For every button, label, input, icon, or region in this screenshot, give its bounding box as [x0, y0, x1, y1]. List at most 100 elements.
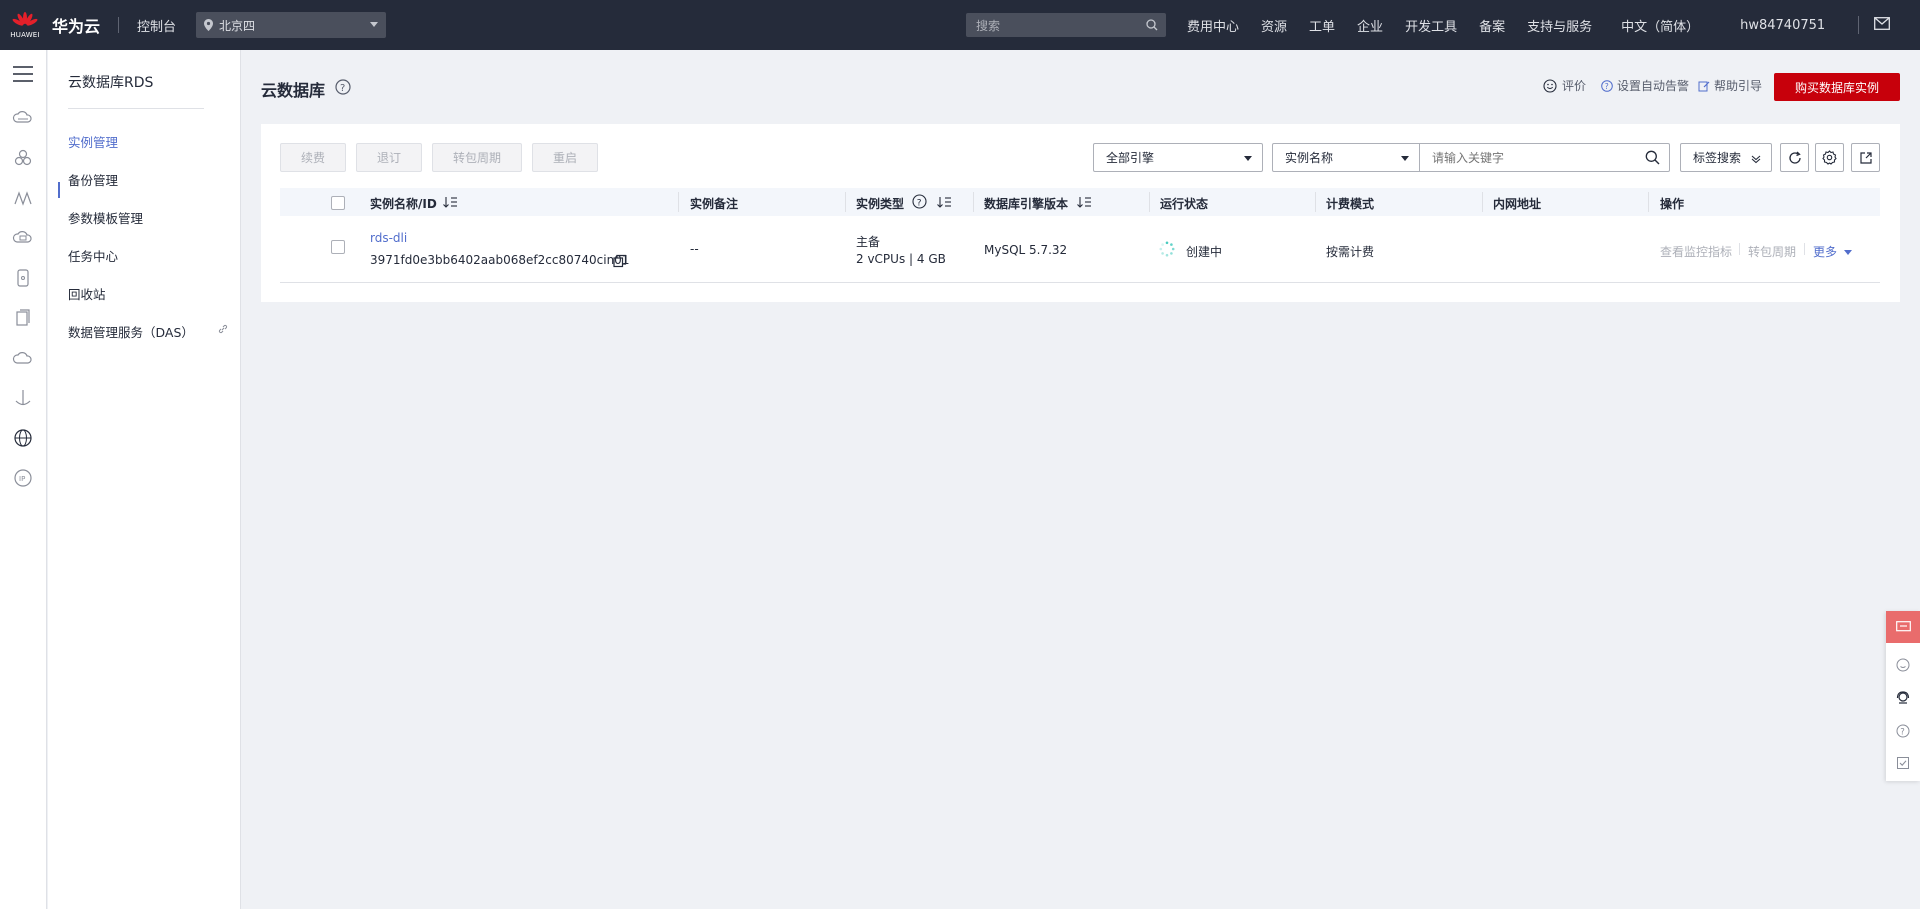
chat-button[interactable] — [1886, 611, 1920, 643]
service-title: 云数据库RDS — [68, 75, 154, 91]
more-dropdown[interactable]: 更多 — [1813, 243, 1852, 260]
nav-language[interactable]: 中文（简体） — [1621, 16, 1699, 35]
sort-icon[interactable] — [1077, 196, 1092, 208]
settings-button[interactable] — [1815, 143, 1844, 172]
nav-support[interactable]: 支持与服务 — [1527, 16, 1592, 35]
top-nav: 费用中心 资源 工单 企业 开发工具 备案 支持与服务 中文（简体） hw847… — [1176, 0, 1836, 50]
sort-icon[interactable] — [937, 196, 952, 208]
svg-text:?: ? — [917, 198, 922, 208]
search-icon[interactable] — [1146, 19, 1158, 31]
unsubscribe-button[interactable]: 退订 — [356, 143, 422, 172]
instance-name-link[interactable]: rds-dli — [370, 231, 407, 245]
export-button[interactable] — [1851, 143, 1880, 172]
alarm-link[interactable]: ? 设置自动告警 — [1601, 77, 1689, 94]
global-search-input[interactable]: 搜索 — [966, 13, 1166, 37]
keyword-input[interactable] — [1420, 143, 1670, 172]
smile-icon — [1543, 78, 1557, 93]
nav-tickets[interactable]: 工单 — [1309, 16, 1335, 35]
help-icon[interactable]: ? — [335, 79, 351, 95]
nav-enterprise[interactable]: 企业 — [1357, 16, 1383, 35]
column-divider — [678, 192, 679, 212]
menu-icon[interactable] — [13, 66, 33, 82]
help-icon[interactable]: ? — [1896, 724, 1910, 738]
side-menu: 云数据库RDS 实例管理 备份管理 参数模板管理 任务中心 回收站 数据管理服务… — [48, 50, 241, 909]
search-field-select[interactable]: 实例名称 — [1272, 143, 1420, 172]
instance-id: 3971fd0e3bb6402aab068ef2cc80740cin01 — [370, 253, 630, 267]
svg-text:?: ? — [1605, 82, 1609, 91]
guide-label: 帮助引导 — [1714, 79, 1763, 93]
feedback-smile-icon[interactable] — [1896, 658, 1910, 672]
region-selector[interactable]: 北京四 — [196, 12, 387, 38]
menu-item-task-center[interactable]: 任务中心 — [68, 246, 118, 265]
renew-button[interactable]: 续费 — [280, 143, 346, 172]
ip-icon[interactable]: IP — [12, 467, 34, 489]
brand-name: 华为云 — [52, 17, 101, 36]
caret-down-icon — [1244, 156, 1252, 161]
tag-search-button[interactable]: 标签搜索 — [1680, 143, 1772, 172]
to-monthly-link[interactable]: 转包周期 — [1748, 243, 1796, 260]
mobile-icon[interactable] — [12, 267, 34, 289]
page-title: 云数据库 — [261, 81, 326, 100]
nav-billing-center[interactable]: 费用中心 — [1187, 16, 1239, 35]
svg-text:IP: IP — [19, 475, 25, 483]
cloud-server-icon[interactable] — [12, 107, 34, 129]
checklist-icon[interactable] — [1896, 756, 1910, 770]
row-checkbox[interactable] — [331, 240, 345, 254]
cluster-icon[interactable] — [12, 147, 34, 169]
brand-small-text: HUAWEI — [10, 30, 40, 39]
engine-filter-select[interactable]: 全部引擎 — [1093, 143, 1263, 172]
copy-icon[interactable] — [613, 254, 627, 268]
edit-icon — [1698, 81, 1710, 91]
help-icon[interactable]: ? — [912, 194, 927, 209]
network-icon[interactable] — [12, 187, 34, 209]
rate-label: 评价 — [1562, 79, 1587, 93]
menu-item-recycle-bin[interactable]: 回收站 — [68, 284, 106, 303]
chat-icon — [1895, 621, 1911, 632]
menu-item-param-templates[interactable]: 参数模板管理 — [68, 208, 143, 227]
customer-service-icon[interactable] — [1896, 691, 1910, 705]
engine-filter-value: 全部引擎 — [1106, 151, 1155, 165]
huawei-logo[interactable]: HUAWEI 华为云 — [0, 0, 100, 50]
rate-link[interactable]: 评价 — [1543, 77, 1586, 94]
globe-icon[interactable] — [12, 427, 34, 449]
engine-version: MySQL 5.7.32 — [984, 243, 1068, 257]
sort-icon[interactable] — [443, 196, 458, 208]
column-divider — [845, 192, 846, 212]
anchor-icon[interactable] — [12, 387, 34, 409]
cloud-icon[interactable] — [12, 347, 34, 369]
refresh-button[interactable] — [1780, 143, 1809, 172]
nav-icp[interactable]: 备案 — [1479, 16, 1505, 35]
view-metrics-link[interactable]: 查看监控指标 — [1660, 243, 1732, 260]
to-monthly-button[interactable]: 转包周期 — [432, 143, 522, 172]
buy-instance-button[interactable]: 购买数据库实例 — [1774, 73, 1900, 101]
column-divider — [1482, 192, 1483, 212]
search-placeholder: 搜索 — [976, 18, 1001, 33]
instance-spec: 2 vCPUs | 4 GB — [856, 252, 946, 266]
divider — [68, 108, 204, 109]
nav-resources[interactable]: 资源 — [1261, 16, 1287, 35]
search-field-value: 实例名称 — [1285, 151, 1334, 165]
select-all-checkbox[interactable] — [331, 196, 345, 210]
nav-username[interactable]: hw84740751 — [1740, 18, 1825, 33]
nav-dev-tools[interactable]: 开发工具 — [1405, 16, 1457, 35]
menu-item-backups[interactable]: 备份管理 — [68, 170, 118, 189]
cloud-db-icon[interactable] — [12, 227, 34, 249]
alarm-label: 设置自动告警 — [1617, 79, 1690, 93]
gear-icon — [1822, 150, 1837, 165]
help-circle-icon: ? — [1601, 79, 1613, 92]
location-pin-icon — [204, 19, 214, 31]
loading-spinner-icon — [1159, 241, 1175, 257]
mail-icon[interactable] — [1874, 17, 1890, 30]
column-divider — [1149, 192, 1150, 212]
console-link[interactable]: 控制台 — [137, 16, 176, 35]
document-icon[interactable] — [12, 307, 34, 329]
menu-item-instances[interactable]: 实例管理 — [68, 132, 118, 151]
search-icon[interactable] — [1645, 150, 1660, 165]
guide-link[interactable]: 帮助引导 — [1698, 77, 1762, 94]
column-header-type: 实例类型 — [856, 197, 905, 211]
export-icon — [1859, 151, 1872, 164]
column-header-address: 内网地址 — [1493, 197, 1542, 211]
region-label: 北京四 — [219, 18, 256, 33]
menu-item-das[interactable]: 数据管理服务（DAS） — [68, 322, 194, 341]
restart-button[interactable]: 重启 — [532, 143, 598, 172]
